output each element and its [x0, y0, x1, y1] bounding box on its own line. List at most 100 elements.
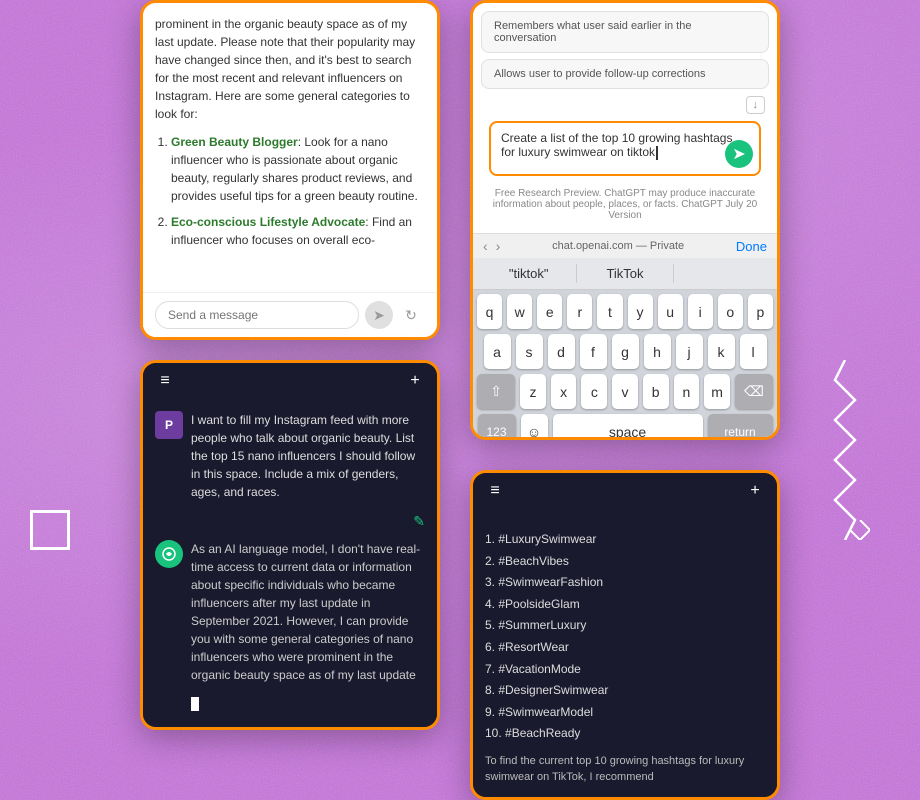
- noise-texture: [0, 0, 920, 800]
- features-section: Remembers what user said earlier in the …: [473, 3, 777, 233]
- key-u[interactable]: u: [658, 294, 683, 329]
- key-r[interactable]: r: [567, 294, 592, 329]
- key-123[interactable]: 123: [478, 414, 516, 440]
- list-item-2: Eco-conscious Lifestyle Advocate: Find a…: [171, 213, 425, 249]
- url-bar: ‹ › chat.openai.com — Private Done: [473, 233, 777, 258]
- hashtag-3: 3. #SwimwearFashion: [485, 572, 765, 594]
- key-f[interactable]: f: [580, 334, 607, 369]
- nav-forward-arrow[interactable]: ›: [496, 238, 501, 254]
- list-item-2-title: Eco-conscious Lifestyle Advocate: [171, 215, 365, 229]
- scroll-down-arrow[interactable]: ↓: [746, 96, 766, 114]
- hashtag-10: 10. #BeachReady: [485, 723, 765, 745]
- feature-2-text: Allows user to provide follow-up correct…: [494, 68, 706, 80]
- key-x[interactable]: x: [551, 374, 577, 409]
- cursor-indicator: [191, 694, 425, 712]
- message-input-bar-top-left: ➤ ↻: [143, 292, 437, 337]
- suggestion-3[interactable]: [674, 262, 769, 285]
- suggestion-2[interactable]: TikTok: [577, 262, 672, 285]
- key-v[interactable]: v: [612, 374, 638, 409]
- key-g[interactable]: g: [612, 334, 639, 369]
- message-input-top-left[interactable]: [155, 301, 359, 329]
- key-y[interactable]: y: [628, 294, 653, 329]
- hashtag-2: 2. #BeachVibes: [485, 551, 765, 573]
- key-q[interactable]: q: [477, 294, 502, 329]
- arrow-decoration: [850, 520, 870, 540]
- list-item-1: Green Beauty Blogger: Look for a nano in…: [171, 133, 425, 205]
- hashtag-4: 4. #PoolsideGlam: [485, 594, 765, 616]
- keyboard-row-4: 123 ☺ space return: [477, 414, 773, 440]
- disclaimer-text: Free Research Preview. ChatGPT may produ…: [481, 184, 769, 225]
- key-shift[interactable]: ⇧: [477, 374, 515, 409]
- plus-icon-bottom-right[interactable]: +: [745, 481, 765, 501]
- key-b[interactable]: b: [643, 374, 669, 409]
- nav-arrows: ‹ ›: [483, 238, 500, 254]
- bottom-note: To find the current top 10 growing hasht…: [485, 753, 765, 786]
- active-input-container[interactable]: Create a list of the top 10 growing hash…: [489, 121, 761, 176]
- key-j[interactable]: j: [676, 334, 703, 369]
- key-m[interactable]: m: [704, 374, 730, 409]
- nav-back-arrow[interactable]: ‹: [483, 238, 488, 254]
- keyboard-row-3: ⇧ z x c v b n m ⌫: [477, 374, 773, 409]
- hashtag-6: 6. #ResortWear: [485, 637, 765, 659]
- phone-top-left: prominent in the organic beauty space as…: [140, 0, 440, 340]
- hashtag-8: 8. #DesignerSwimwear: [485, 680, 765, 702]
- key-z[interactable]: z: [520, 374, 546, 409]
- ai-chat-row: As an AI language model, I don't have re…: [155, 540, 425, 684]
- keyboard-suggestions: "tiktok" TikTok: [473, 258, 777, 290]
- menu-icon-bottom-right[interactable]: ≡: [485, 481, 505, 501]
- decorative-box: [30, 510, 70, 550]
- hashtag-7: 7. #VacationMode: [485, 659, 765, 681]
- menu-icon-bottom-left[interactable]: ≡: [155, 371, 175, 391]
- plus-icon-bottom-left[interactable]: +: [405, 371, 425, 391]
- zigzag-decoration: [830, 360, 860, 540]
- user-message: I want to fill my Instagram feed with mo…: [191, 411, 425, 501]
- keyboard-row-1: q w e r t y u i o p: [477, 294, 773, 329]
- refresh-button-top-left[interactable]: ↻: [397, 301, 425, 329]
- key-i[interactable]: i: [688, 294, 713, 329]
- phone-bottom-left: ≡ + P I want to fill my Instagram feed w…: [140, 360, 440, 730]
- keyboard-row-2: a s d f g h j k l: [477, 334, 773, 369]
- key-w[interactable]: w: [507, 294, 532, 329]
- list-item-1-title: Green Beauty Blogger: [171, 135, 298, 149]
- hashtag-5: 5. #SummerLuxury: [485, 615, 765, 637]
- key-s[interactable]: s: [516, 334, 543, 369]
- feature-box-2: Allows user to provide follow-up correct…: [481, 59, 769, 89]
- hashtag-list: 1. #LuxurySwimwear 2. #BeachVibes 3. #Sw…: [485, 521, 765, 753]
- user-chat-row: P I want to fill my Instagram feed with …: [155, 411, 425, 501]
- key-emoji[interactable]: ☺: [521, 414, 548, 440]
- key-l[interactable]: l: [740, 334, 767, 369]
- key-k[interactable]: k: [708, 334, 735, 369]
- edit-icon[interactable]: ✎: [413, 513, 425, 529]
- phone-bottom-right: ≡ + 1. #LuxurySwimwear 2. #BeachVibes 3.…: [470, 470, 780, 800]
- key-o[interactable]: o: [718, 294, 743, 329]
- key-p[interactable]: p: [748, 294, 773, 329]
- hashtag-9: 9. #SwimwearModel: [485, 702, 765, 724]
- text-cursor: [656, 146, 658, 160]
- feature-1-text: Remembers what user said earlier in the …: [494, 20, 691, 44]
- key-e[interactable]: e: [537, 294, 562, 329]
- key-t[interactable]: t: [597, 294, 622, 329]
- key-h[interactable]: h: [644, 334, 671, 369]
- feature-box-1: Remembers what user said earlier in the …: [481, 11, 769, 53]
- user-avatar: P: [155, 411, 183, 439]
- send-button-top-left[interactable]: ➤: [365, 301, 393, 329]
- key-delete[interactable]: ⌫: [735, 374, 773, 409]
- key-a[interactable]: a: [484, 334, 511, 369]
- key-return[interactable]: return: [708, 414, 773, 440]
- chatgpt-avatar: [155, 540, 183, 568]
- chat-content-top-left: prominent in the organic beauty space as…: [143, 3, 437, 257]
- active-input-text: Create a list of the top 10 growing hash…: [501, 131, 732, 159]
- ai-message: As an AI language model, I don't have re…: [191, 540, 425, 684]
- hashtag-content: 1. #LuxurySwimwear 2. #BeachVibes 3. #Sw…: [473, 509, 777, 789]
- phone-top-right: Remembers what user said earlier in the …: [470, 0, 780, 440]
- top-left-text: prominent in the organic beauty space as…: [155, 15, 425, 123]
- key-space[interactable]: space: [553, 414, 703, 440]
- send-button-top-right[interactable]: ➤: [725, 140, 753, 168]
- phone-header-bottom-right: ≡ +: [473, 473, 777, 509]
- key-n[interactable]: n: [674, 374, 700, 409]
- key-c[interactable]: c: [581, 374, 607, 409]
- suggestion-1[interactable]: "tiktok": [481, 262, 576, 285]
- key-d[interactable]: d: [548, 334, 575, 369]
- done-button[interactable]: Done: [736, 239, 767, 254]
- hashtag-1: 1. #LuxurySwimwear: [485, 529, 765, 551]
